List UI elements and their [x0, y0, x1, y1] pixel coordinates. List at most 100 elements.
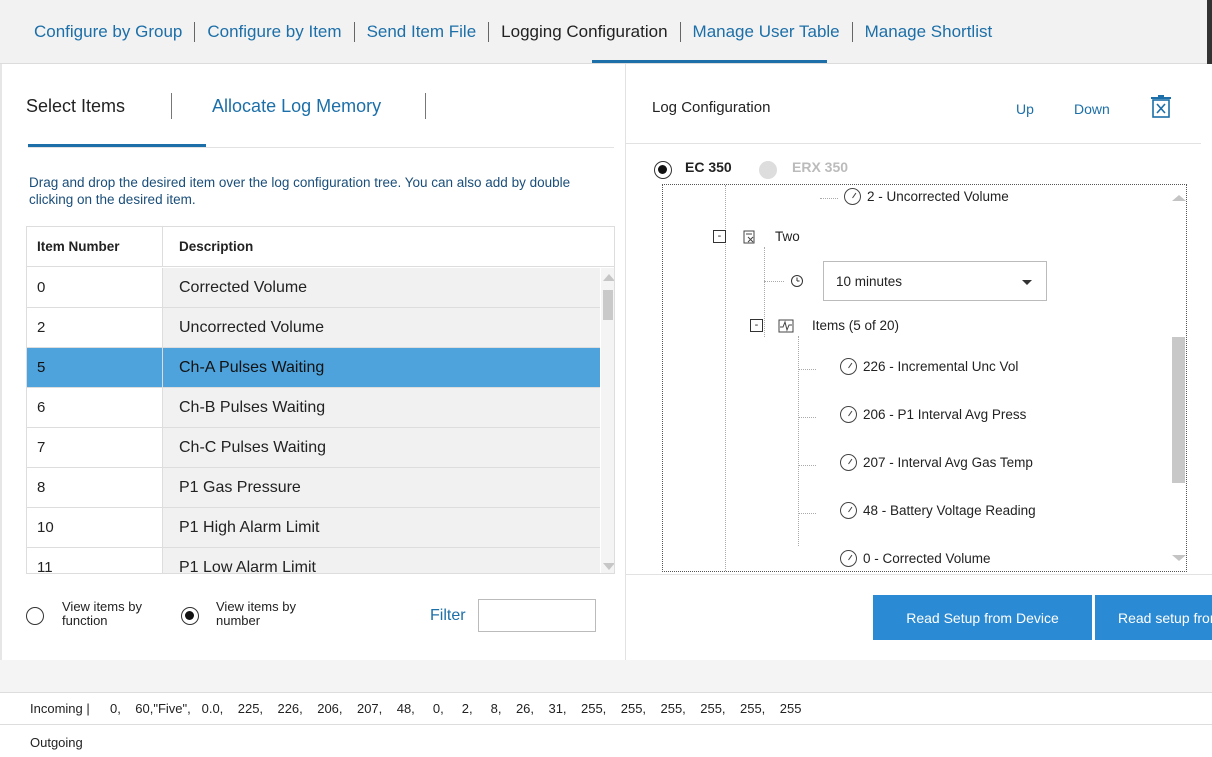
- read-setup-from-file-button[interactable]: Read setup from file: [1095, 595, 1212, 640]
- tree-item-label: 48 - Battery Voltage Reading: [863, 503, 1036, 518]
- active-tab-indicator: [592, 60, 827, 63]
- gauge-icon: [840, 406, 857, 423]
- group-label: Two: [775, 229, 800, 244]
- scroll-down-icon[interactable]: [603, 563, 614, 570]
- item-number-cell: 0: [27, 268, 163, 307]
- filter-input[interactable]: [478, 599, 596, 632]
- divider: [28, 147, 614, 148]
- erx350-radio[interactable]: [759, 161, 777, 179]
- incoming-row: Incoming | 0, 60,"Five", 0.0, 225, 226, …: [0, 693, 1212, 725]
- tree-line: [798, 369, 816, 370]
- sub-tabs: Select Items Allocate Log Memory: [26, 92, 427, 120]
- up-button[interactable]: Up: [1016, 101, 1034, 117]
- tree-log-item[interactable]: 48 - Battery Voltage Reading: [840, 502, 1036, 519]
- collapse-icon[interactable]: -: [713, 230, 726, 243]
- tree-group-two[interactable]: - Two: [713, 229, 800, 244]
- gauge-icon: [840, 454, 857, 471]
- table-row[interactable]: 11 P1 Low Alarm Limit: [27, 548, 600, 573]
- tab-logging-configuration[interactable]: Logging Configuration: [489, 22, 679, 42]
- top-navigation: Configure by Group Configure by Item Sen…: [0, 0, 1212, 64]
- communication-log: Incoming | 0, 60,"Five", 0.0, 225, 226, …: [0, 692, 1212, 757]
- tree-item-label: 226 - Incremental Unc Vol: [863, 359, 1019, 374]
- chevron-down-icon: [1022, 280, 1032, 285]
- tab-configure-by-item[interactable]: Configure by Item: [195, 22, 353, 42]
- tree-line: [798, 336, 799, 546]
- delete-icon[interactable]: [1148, 94, 1174, 120]
- items-label: Items (5 of 20): [812, 318, 900, 333]
- table-row[interactable]: 8 P1 Gas Pressure: [27, 468, 600, 508]
- down-button[interactable]: Down: [1074, 101, 1110, 117]
- column-header-description[interactable]: Description: [163, 227, 601, 266]
- description-cell: P1 Low Alarm Limit: [163, 548, 600, 573]
- instructions-text: Drag and drop the desired item over the …: [29, 175, 571, 207]
- tree-scrollbar[interactable]: [1170, 185, 1186, 571]
- column-header-item-number[interactable]: Item Number: [27, 227, 163, 266]
- collapse-icon[interactable]: -: [750, 319, 763, 332]
- scroll-down-icon[interactable]: [1172, 555, 1186, 561]
- tab-send-item-file[interactable]: Send Item File: [355, 22, 489, 42]
- tab-manage-shortlist[interactable]: Manage Shortlist: [853, 22, 1005, 42]
- scroll-up-icon[interactable]: [1172, 195, 1186, 201]
- tree-item-label: 0 - Corrected Volume: [863, 551, 991, 566]
- description-cell: Uncorrected Volume: [163, 308, 600, 347]
- tree-log-item[interactable]: 226 - Incremental Unc Vol: [840, 358, 1018, 375]
- waveform-icon: [778, 319, 794, 332]
- tree-line: [764, 281, 784, 282]
- tree-item-label: 2 - Uncorrected Volume: [867, 189, 1009, 204]
- view-by-number-radio[interactable]: [181, 607, 199, 625]
- item-number-cell: 8: [27, 468, 163, 507]
- tree-item[interactable]: 2 - Uncorrected Volume: [844, 188, 1009, 205]
- tree-line: [798, 417, 816, 418]
- tree-log-item[interactable]: 206 - P1 Interval Avg Press: [840, 406, 1026, 423]
- gauge-icon: [840, 358, 857, 375]
- select-items-panel: Select Items Allocate Log Memory Drag an…: [0, 64, 624, 660]
- log-configuration-panel: Log Configuration Up Down EC 350 ERX 350…: [625, 64, 1212, 660]
- interval-value: 10 minutes: [836, 273, 903, 289]
- clock-icon: [791, 275, 803, 287]
- item-number-cell: 11: [27, 548, 163, 573]
- view-by-number-label: View items by number: [216, 599, 296, 628]
- table-row[interactable]: 6 Ch-B Pulses Waiting: [27, 388, 600, 428]
- incoming-data: 0, 60,"Five", 0.0, 225, 226, 206, 207, 4…: [110, 701, 802, 716]
- scroll-thumb[interactable]: [1172, 337, 1185, 483]
- description-cell: Ch-C Pulses Waiting: [163, 428, 600, 467]
- nav-tabs: Configure by Group Configure by Item Sen…: [22, 22, 1004, 42]
- table-header: Item Number Description: [27, 227, 614, 267]
- table-row-selected[interactable]: 5 Ch-A Pulses Waiting: [27, 348, 600, 388]
- table-body: 0 Corrected Volume 2 Uncorrected Volume 5C…: [27, 268, 600, 573]
- item-number-cell: 10: [27, 508, 163, 547]
- outgoing-label: Outgoing: [30, 734, 83, 750]
- tab-configure-by-group[interactable]: Configure by Group: [22, 22, 194, 42]
- description-cell: P1 Gas Pressure: [163, 468, 600, 507]
- view-options: View items by function View items by num…: [26, 599, 616, 639]
- gauge-icon: [840, 502, 857, 519]
- subtab-separator: [425, 93, 427, 119]
- table-row[interactable]: 0 Corrected Volume: [27, 268, 600, 308]
- table-row[interactable]: 2 Uncorrected Volume: [27, 308, 600, 348]
- scroll-thumb[interactable]: [603, 290, 613, 320]
- tab-manage-user-table[interactable]: Manage User Table: [681, 22, 852, 42]
- scroll-up-icon[interactable]: [603, 274, 614, 281]
- read-setup-from-device-button[interactable]: Read Setup from Device: [873, 595, 1092, 640]
- subtab-select-items[interactable]: Select Items: [26, 96, 125, 117]
- window-edge: [1207, 0, 1212, 64]
- interval-dropdown[interactable]: 10 minutes: [823, 261, 1047, 301]
- item-number-cell: 2: [27, 308, 163, 347]
- log-config-header: Log Configuration Up Down: [626, 64, 1201, 144]
- description-cell: Ch-B Pulses Waiting: [163, 388, 600, 427]
- table-row[interactable]: 7 Ch-C Pulses Waiting: [27, 428, 600, 468]
- table-scrollbar[interactable]: [601, 268, 614, 573]
- outgoing-row: Outgoing: [0, 726, 1212, 757]
- ec350-radio[interactable]: [654, 161, 672, 179]
- view-by-function-radio[interactable]: [26, 607, 44, 625]
- ec350-label: EC 350: [685, 159, 732, 175]
- tree-log-item[interactable]: 0 - Corrected Volume: [840, 550, 991, 567]
- tree-items-group[interactable]: - Items (5 of 20): [750, 318, 899, 333]
- table-row[interactable]: 10 P1 High Alarm Limit: [27, 508, 600, 548]
- subtab-allocate-log-memory[interactable]: Allocate Log Memory: [212, 96, 381, 117]
- tree-line: [820, 198, 838, 199]
- description-cell: Corrected Volume: [163, 268, 600, 307]
- tree-log-item[interactable]: 207 - Interval Avg Gas Temp: [840, 454, 1033, 471]
- items-table: Item Number Description 0 Corrected Volum…: [26, 226, 615, 574]
- item-number-cell: 5: [27, 348, 163, 387]
